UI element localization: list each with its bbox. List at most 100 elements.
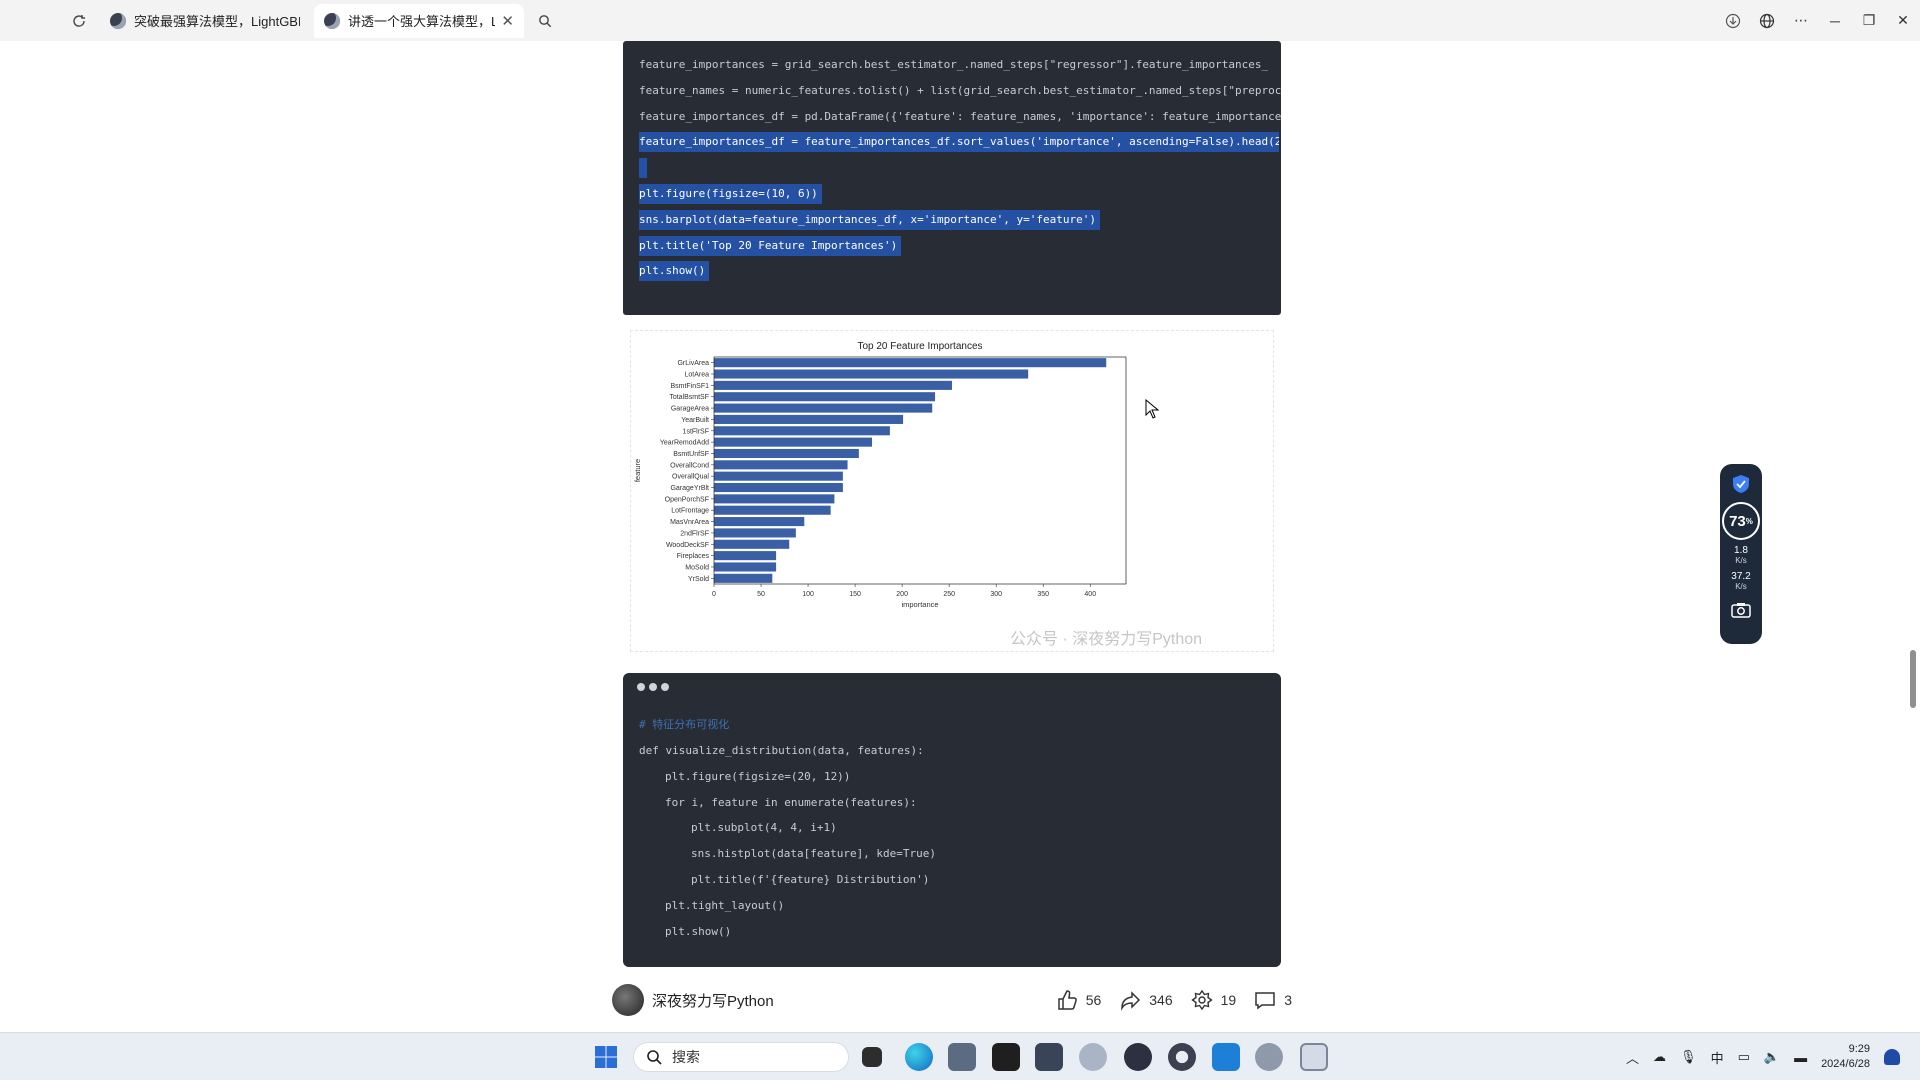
code-block-feature-importance[interactable]: feature_importances = grid_search.best_e… bbox=[623, 41, 1281, 315]
camera-icon[interactable] bbox=[1731, 602, 1751, 618]
author-name[interactable]: 深夜努力写Python bbox=[652, 990, 774, 1011]
bar bbox=[714, 517, 805, 527]
network-icon[interactable]: ▭ bbox=[1738, 1049, 1750, 1065]
x-tick-label: 0 bbox=[712, 591, 716, 598]
code-line[interactable]: feature_importances = grid_search.best_e… bbox=[639, 55, 1268, 75]
upload-speed: 1.8 K/s bbox=[1734, 546, 1748, 566]
x-tick-label: 250 bbox=[943, 591, 955, 598]
y-tick-label: GarageYrBlt bbox=[670, 485, 709, 492]
obs-icon[interactable] bbox=[1168, 1043, 1196, 1071]
y-tick-label: WoodDeckSF bbox=[666, 542, 709, 549]
x-tick-label: 300 bbox=[990, 591, 1002, 598]
like-button[interactable]: 56 bbox=[1056, 989, 1102, 1011]
recommend-icon bbox=[1190, 989, 1213, 1011]
feature-importance-chart: Top 20 Feature Importances GrLivArea LotAr… bbox=[630, 330, 1274, 652]
code-line[interactable] bbox=[639, 158, 647, 179]
notification-bell-icon[interactable] bbox=[1884, 1049, 1900, 1065]
volume-icon[interactable]: 🔈 bbox=[1764, 1049, 1780, 1065]
download-icon[interactable] bbox=[1716, 13, 1750, 29]
x-tick-label: 350 bbox=[1037, 591, 1049, 598]
restore-icon[interactable]: ❐ bbox=[1852, 12, 1886, 29]
memory-gauge: 73% bbox=[1722, 502, 1760, 540]
tab-title: 讲透一个强大算法模型，LightGBM bbox=[348, 14, 496, 29]
page-scrollbar[interactable] bbox=[1910, 650, 1916, 708]
code-line[interactable]: def visualize_distribution(data, feature… bbox=[639, 741, 924, 761]
code-line[interactable]: plt.tight_layout() bbox=[665, 896, 784, 916]
bar bbox=[714, 426, 890, 436]
terminal-icon[interactable] bbox=[992, 1043, 1020, 1071]
app-icon[interactable] bbox=[1255, 1043, 1283, 1071]
screen-capture-icon[interactable] bbox=[1300, 1043, 1328, 1071]
code-line[interactable]: plt.figure(figsize=(20, 12)) bbox=[665, 767, 850, 787]
x-tick-label: 200 bbox=[896, 591, 908, 598]
more-menu-icon[interactable]: ⋯ bbox=[1784, 12, 1818, 29]
clock[interactable]: 9:29 2024/6/28 bbox=[1821, 1042, 1870, 1072]
code-line[interactable]: sns.barplot(data=feature_importances_df,… bbox=[639, 209, 1100, 230]
vscode-icon[interactable] bbox=[1212, 1043, 1240, 1071]
cloud-app-icon[interactable] bbox=[1079, 1043, 1107, 1071]
file-explorer-icon[interactable] bbox=[948, 1043, 976, 1071]
code-comment: # 特征分布可视化 bbox=[639, 718, 730, 731]
watermark: 公众号 · 深夜努力写Python bbox=[1010, 631, 1203, 648]
like-count: 56 bbox=[1085, 992, 1102, 1008]
y-tick-label: OverallQual bbox=[672, 474, 709, 481]
code-line[interactable]: for i, feature in enumerate(features): bbox=[665, 793, 917, 813]
y-tick-label: GarageArea bbox=[671, 406, 709, 413]
window-close-icon[interactable]: ✕ bbox=[1886, 12, 1920, 29]
globe-icon[interactable] bbox=[1750, 13, 1784, 29]
y-tick-label: YearRemodAdd bbox=[660, 440, 709, 447]
battery-icon[interactable]: ▬ bbox=[1794, 1050, 1807, 1065]
taskbar-search-input[interactable]: 搜索 bbox=[633, 1042, 849, 1072]
code-line[interactable]: plt.show() bbox=[639, 261, 710, 282]
avatar[interactable] bbox=[612, 984, 644, 1016]
code-line[interactable]: feature_importances_df = feature_importa… bbox=[639, 132, 1279, 153]
cloud-icon[interactable]: ☁ bbox=[1653, 1049, 1666, 1065]
comment-count: 3 bbox=[1284, 992, 1292, 1008]
code-line[interactable]: plt.show() bbox=[665, 922, 731, 942]
browser-tab-bar: 突破最强算法模型，LightGBM！ 讲透一个强大算法模型，LightGBM ✕… bbox=[0, 0, 1920, 41]
bar bbox=[714, 460, 848, 470]
windows-start-icon[interactable] bbox=[594, 1045, 618, 1069]
x-tick-label: 100 bbox=[802, 591, 814, 598]
code-line[interactable]: plt.title('Top 20 Feature Importances') bbox=[639, 235, 902, 256]
bar-chart: Top 20 Feature Importances GrLivArea LotAr… bbox=[633, 341, 1127, 609]
tab-lightgbm-1[interactable]: 突破最强算法模型，LightGBM！ bbox=[100, 4, 310, 38]
ime-indicator[interactable]: 中 bbox=[1711, 1048, 1724, 1067]
code-line[interactable]: plt.title(f'{feature} Distribution') bbox=[691, 870, 929, 890]
plot-frame bbox=[713, 356, 1127, 585]
close-icon[interactable]: ✕ bbox=[501, 12, 514, 30]
search-icon[interactable] bbox=[530, 6, 560, 36]
refresh-icon[interactable] bbox=[62, 5, 96, 37]
bar bbox=[714, 369, 1029, 379]
edge-browser-icon[interactable] bbox=[905, 1043, 933, 1071]
minimize-icon[interactable]: ─ bbox=[1818, 13, 1852, 29]
x-tick-label: 150 bbox=[849, 591, 861, 598]
code-block-distribution[interactable]: # 特征分布可视化 def visualize_distribution(data… bbox=[623, 673, 1281, 967]
code-line[interactable]: plt.figure(figsize=(10, 6)) bbox=[639, 184, 822, 204]
system-monitor-widget[interactable]: 73% 1.8 K/s 37.2 K/s bbox=[1720, 464, 1762, 644]
chevron-up-icon[interactable]: ︿ bbox=[1626, 1048, 1639, 1067]
microphone-icon[interactable]: 🎙 bbox=[1680, 1049, 1697, 1065]
chat-app-icon[interactable] bbox=[1124, 1043, 1152, 1071]
bar bbox=[714, 528, 796, 538]
site-favicon-icon bbox=[110, 12, 126, 29]
bar bbox=[714, 539, 790, 549]
bar bbox=[714, 414, 904, 424]
code-line[interactable]: feature_names = numeric_features.tolist(… bbox=[639, 81, 1281, 101]
mouse-cursor-icon bbox=[1145, 398, 1160, 424]
y-tick-label: MasVnrArea bbox=[670, 519, 709, 526]
task-view-icon[interactable] bbox=[862, 1047, 882, 1067]
code-line[interactable]: sns.histplot(data[feature], kde=True) bbox=[691, 844, 936, 864]
clock-time: 9:29 bbox=[1848, 1043, 1870, 1055]
tab-lightgbm-2[interactable]: 讲透一个强大算法模型，LightGBM ✕ bbox=[314, 3, 524, 38]
code-line[interactable]: feature_importances_df = pd.DataFrame({'… bbox=[639, 107, 1281, 127]
recommend-button[interactable]: 19 bbox=[1190, 989, 1236, 1011]
y-tick-label: GrLivArea bbox=[677, 360, 709, 367]
site-favicon-icon bbox=[324, 12, 340, 29]
code-line[interactable]: plt.subplot(4, 4, i+1) bbox=[691, 818, 837, 838]
remote-desktop-icon[interactable] bbox=[1035, 1043, 1063, 1071]
comment-button[interactable]: 3 bbox=[1254, 989, 1292, 1011]
y-tick-label: Fireplaces bbox=[677, 553, 710, 560]
share-icon bbox=[1121, 991, 1141, 1011]
share-button[interactable]: 346 bbox=[1119, 989, 1173, 1011]
